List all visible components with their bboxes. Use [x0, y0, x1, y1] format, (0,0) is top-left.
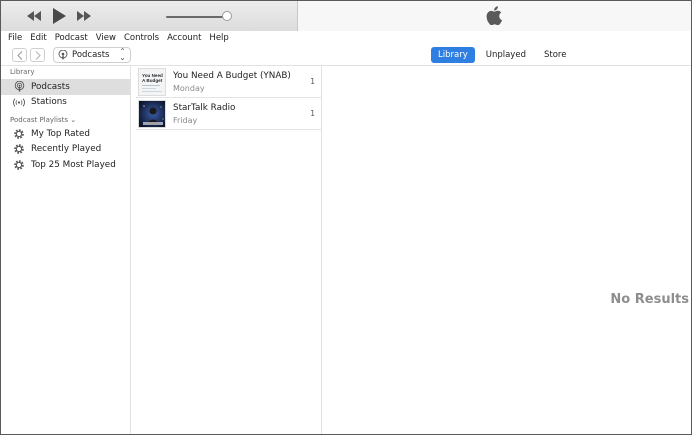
episode-count: 1	[310, 77, 315, 86]
sidebar-item-podcasts[interactable]: Podcasts	[1, 79, 130, 95]
podcast-day: Friday	[173, 116, 198, 125]
menu-view[interactable]: View	[96, 33, 116, 43]
forward-button[interactable]	[30, 48, 45, 62]
list-item[interactable]: You Need A Budget You Need A Budget (YNA…	[136, 66, 321, 98]
tab-store[interactable]: Store	[537, 47, 573, 63]
radio-waves-icon	[13, 96, 25, 108]
back-button[interactable]	[12, 48, 27, 62]
podcast-icon	[58, 50, 68, 60]
sidebar-item-label: Stations	[31, 97, 67, 108]
svg-text:A Budget: A Budget	[142, 78, 163, 83]
media-type-label: Podcasts	[72, 50, 110, 60]
tab-unplayed[interactable]: Unplayed	[479, 47, 533, 63]
play-icon[interactable]	[53, 8, 66, 24]
podcast-artwork-ynab: You Need A Budget	[138, 68, 166, 96]
podcast-day: Monday	[173, 84, 205, 93]
menu-bar: File Edit Podcast View Controls Account …	[1, 31, 691, 44]
chevron-right-icon	[35, 50, 41, 60]
podcast-title: StarTalk Radio	[173, 103, 236, 113]
menu-account[interactable]: Account	[167, 33, 201, 43]
sidebar-item-top-25-most-played[interactable]: Top 25 Most Played	[1, 157, 130, 173]
sidebar-item-label: Podcasts	[31, 81, 70, 92]
media-type-selector[interactable]: Podcasts ⌃ ⌄	[53, 47, 131, 63]
episode-count: 1	[310, 109, 315, 118]
sidebar-item-label: My Top Rated	[31, 128, 90, 139]
tab-library[interactable]: Library	[431, 47, 475, 63]
sidebar-item-label: Recently Played	[31, 144, 102, 155]
rewind-icon[interactable]	[27, 11, 42, 21]
menu-file[interactable]: File	[8, 33, 22, 43]
apple-logo-icon	[486, 6, 502, 28]
volume-slider[interactable]	[166, 16, 226, 18]
sidebar: Library Podcasts Stations Podcast Playli…	[1, 66, 131, 434]
player-bar	[1, 1, 691, 31]
updown-chevron-icon: ⌃ ⌄	[119, 47, 126, 62]
sidebar-item-label: Top 25 Most Played	[31, 159, 116, 170]
gear-icon	[13, 143, 25, 155]
itunes-window: File Edit Podcast View Controls Account …	[0, 0, 692, 435]
gear-icon	[13, 128, 25, 140]
no-results-text: No Results	[610, 292, 689, 307]
player-controls	[1, 1, 298, 31]
detail-pane: No Results	[323, 66, 691, 434]
volume-knob[interactable]	[222, 11, 232, 21]
status-display	[298, 1, 691, 31]
chevron-left-icon	[16, 50, 22, 60]
fast-forward-icon[interactable]	[77, 11, 92, 21]
sidebar-playlists-header[interactable]: Podcast Playlists ⌄	[1, 116, 130, 124]
podcast-icon	[13, 81, 25, 93]
menu-controls[interactable]: Controls	[124, 33, 159, 43]
podcast-title: You Need A Budget (YNAB)	[173, 71, 291, 81]
menu-podcast[interactable]: Podcast	[55, 33, 88, 43]
nav-bar: Podcasts ⌃ ⌄ Library Unplayed Store	[1, 44, 691, 66]
gear-icon	[13, 159, 25, 171]
list-item[interactable]: StarTalk Radio Friday 1	[136, 98, 321, 130]
view-tabs: Library Unplayed Store	[431, 47, 577, 63]
podcast-list: You Need A Budget You Need A Budget (YNA…	[132, 66, 322, 434]
menu-edit[interactable]: Edit	[30, 33, 46, 43]
menu-help[interactable]: Help	[209, 33, 228, 43]
sidebar-item-recently-played[interactable]: Recently Played	[1, 142, 130, 158]
sidebar-item-stations[interactable]: Stations	[1, 95, 130, 111]
sidebar-library-header: Library	[10, 68, 35, 76]
podcast-artwork-startalk	[138, 100, 166, 128]
sidebar-item-my-top-rated[interactable]: My Top Rated	[1, 126, 130, 142]
